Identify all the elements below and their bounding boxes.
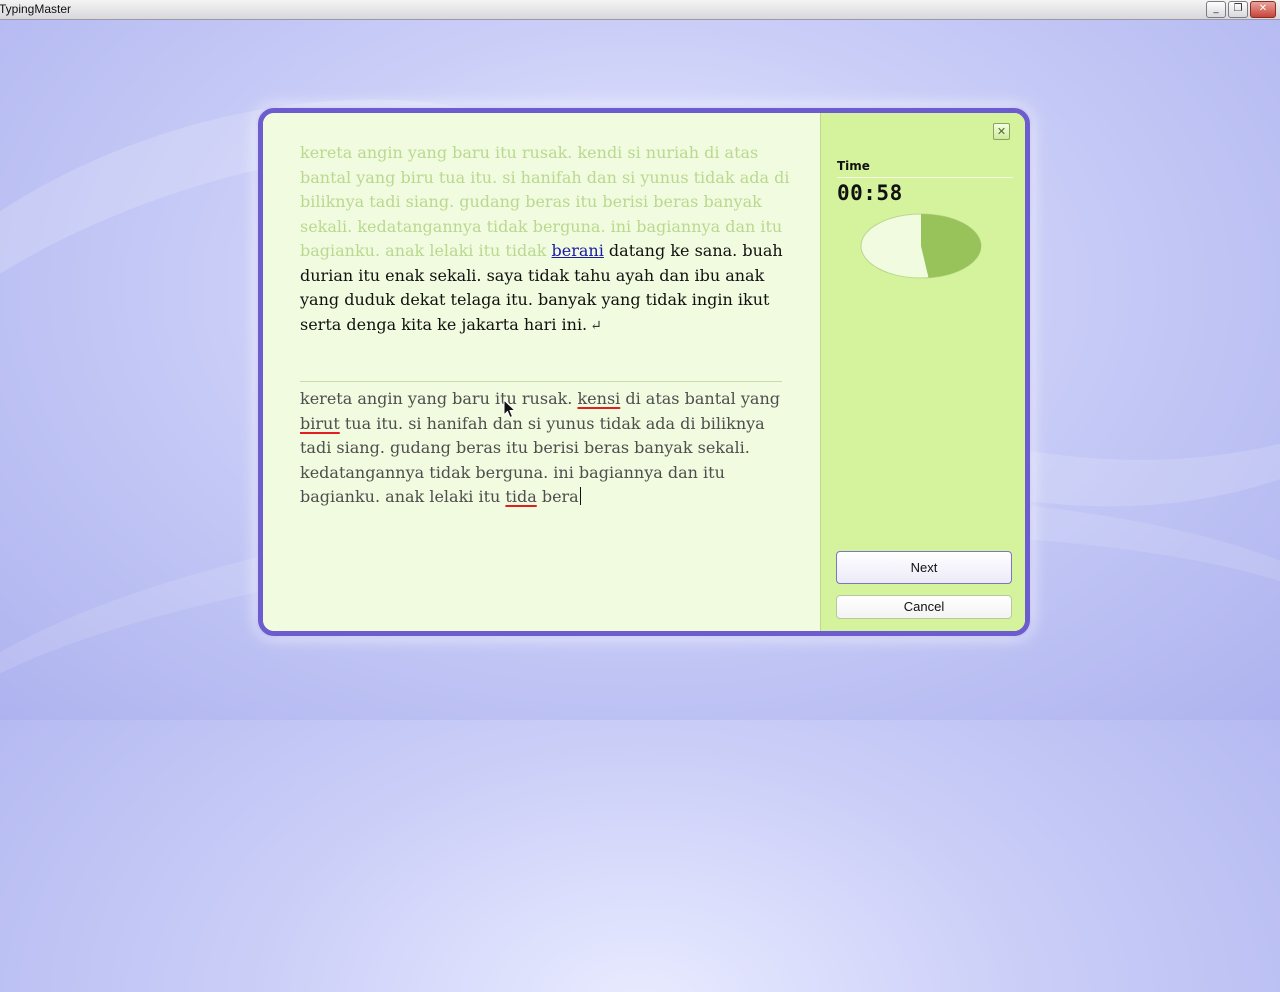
typed-text-area[interactable]: kereta angin yang baru itu rusak. kensi …: [300, 387, 790, 510]
cancel-button-label: Cancel: [903, 599, 945, 614]
source-text: kereta angin yang baru itu rusak. kendi …: [300, 141, 790, 338]
typed-error-word: tida: [505, 487, 537, 506]
typed-text-segment: kereta angin yang baru itu rusak.: [300, 389, 578, 408]
typing-test-dialog: kereta angin yang baru itu rusak. kendi …: [258, 108, 1030, 636]
minimize-button[interactable]: _: [1206, 1, 1226, 18]
source-current-word: berani: [551, 241, 604, 260]
cancel-button[interactable]: Cancel: [836, 595, 1012, 619]
mouse-cursor-icon: [503, 399, 517, 419]
side-panel: ✕ Time 00:58 Next Cancel: [820, 113, 1025, 631]
timer-pie-chart: [860, 213, 982, 279]
typed-error-word: kensi: [577, 389, 621, 408]
window-title: TypingMaster: [0, 2, 72, 16]
title-bar: TypingMaster _ ❐ ✕: [0, 0, 1280, 20]
enter-symbol-icon: ↵: [590, 317, 602, 334]
next-button[interactable]: Next: [836, 551, 1012, 584]
text-caret: [579, 487, 581, 505]
text-divider: [300, 381, 782, 382]
dialog-close-button[interactable]: ✕: [993, 123, 1010, 140]
time-value: 00:58: [837, 181, 903, 205]
typed-text-segment: bera: [536, 487, 579, 506]
typed-text-segment: di atas bantal yang: [620, 389, 780, 408]
restore-button[interactable]: ❐: [1228, 1, 1248, 18]
next-button-label: Next: [910, 560, 938, 575]
timer-pie-elapsed: [921, 214, 982, 278]
text-pane: kereta angin yang baru itu rusak. kendi …: [263, 113, 820, 631]
window-close-button[interactable]: ✕: [1250, 1, 1276, 18]
time-divider: [837, 177, 1013, 178]
time-label: Time: [837, 159, 870, 173]
typed-error-word: birut: [300, 413, 340, 433]
window-controls: _ ❐ ✕: [1206, 1, 1276, 18]
